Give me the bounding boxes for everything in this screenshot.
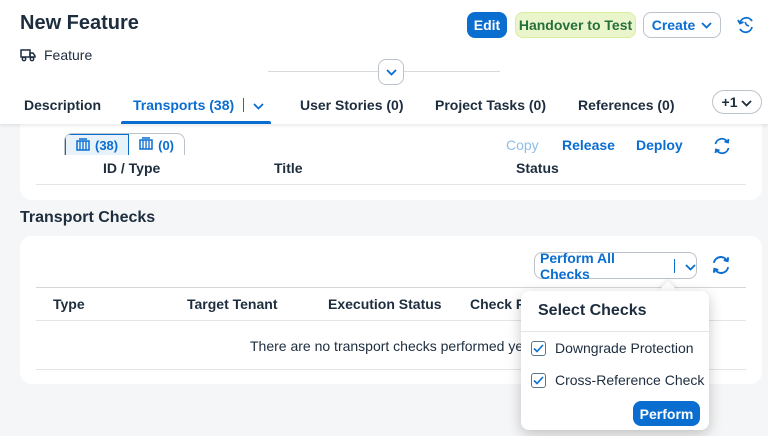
- checkbox-checked-icon[interactable]: [531, 340, 546, 356]
- expand-header-button[interactable]: [378, 59, 404, 85]
- segment-transports-other[interactable]: (0): [129, 134, 184, 155]
- column-header-check-result[interactable]: Check R: [470, 296, 526, 312]
- check-label: Downgrade Protection: [555, 340, 694, 356]
- transports-card: (38) (0) Copy Release Deploy ID / Type T…: [20, 124, 762, 200]
- select-checks-popover: Select Checks Downgrade Protection Cross…: [521, 291, 709, 430]
- table-divider: [36, 287, 746, 288]
- edit-button[interactable]: Edit: [467, 12, 507, 38]
- tab-references[interactable]: References (0): [578, 86, 675, 124]
- column-header-status[interactable]: Status: [516, 160, 559, 176]
- refresh-icon[interactable]: [712, 136, 732, 156]
- copy-button[interactable]: Copy: [506, 137, 539, 153]
- column-header-execution-status[interactable]: Execution Status: [328, 296, 442, 312]
- tab-user-stories[interactable]: User Stories (0): [300, 86, 403, 124]
- perform-button[interactable]: Perform: [633, 401, 700, 426]
- popover-title: Select Checks: [538, 302, 647, 319]
- tab-separator: [243, 98, 245, 112]
- more-tabs-label: +1: [721, 94, 738, 110]
- column-header-title[interactable]: Title: [274, 160, 303, 176]
- column-header-target-tenant[interactable]: Target Tenant: [187, 296, 278, 312]
- page-title: New Feature: [20, 12, 139, 34]
- tab-transports-label: Transports (38): [133, 97, 235, 113]
- sync-icon[interactable]: [735, 14, 757, 36]
- transport-icon: [139, 137, 153, 153]
- object-type-label: Feature: [44, 47, 93, 63]
- table-divider: [36, 184, 746, 185]
- transport-icon: [76, 137, 90, 154]
- column-header-type[interactable]: Type: [53, 296, 85, 312]
- chevron-down-icon[interactable]: [253, 97, 264, 113]
- segment-count: (0): [158, 137, 175, 153]
- refresh-icon[interactable]: [710, 254, 732, 276]
- more-tabs-button[interactable]: +1: [712, 90, 762, 114]
- checkbox-checked-icon[interactable]: [531, 372, 546, 388]
- check-label: Cross-Reference Check: [555, 372, 705, 388]
- tab-transports[interactable]: Transports (38): [133, 86, 264, 124]
- active-tab-indicator: [121, 121, 271, 124]
- section-title-transport-checks: Transport Checks: [20, 209, 156, 226]
- perform-all-checks-label: Perform All Checks: [540, 249, 615, 282]
- chevron-down-icon[interactable]: [685, 258, 696, 274]
- check-cross-reference[interactable]: Cross-Reference Check: [531, 372, 704, 388]
- tab-project-tasks[interactable]: Project Tasks (0): [435, 86, 546, 124]
- transport-filter-segment: (38) (0): [64, 133, 186, 155]
- deploy-button[interactable]: Deploy: [636, 137, 683, 153]
- chevron-down-icon: [701, 21, 712, 29]
- create-button[interactable]: Create: [643, 12, 721, 38]
- object-type: Feature: [20, 47, 92, 63]
- popover-divider: [521, 331, 709, 332]
- truck-icon: [20, 48, 36, 62]
- handover-to-test-button[interactable]: Handover to Test: [515, 12, 636, 38]
- tab-bar: Description Transports (38) User Stories…: [0, 86, 768, 124]
- tab-description[interactable]: Description: [24, 86, 101, 124]
- release-button[interactable]: Release: [562, 137, 615, 153]
- segment-count: (38): [95, 138, 119, 153]
- perform-all-checks-button[interactable]: Perform All Checks: [534, 249, 697, 282]
- segment-transports-all[interactable]: (38): [65, 134, 130, 155]
- no-data-message: There are no transport checks performed …: [250, 338, 524, 354]
- column-header-id-type[interactable]: ID / Type: [103, 160, 160, 176]
- chevron-down-icon: [385, 63, 397, 81]
- object-header: New Feature Feature Edit Handover to Tes…: [0, 0, 768, 124]
- button-separator: [674, 258, 675, 273]
- chevron-down-icon: [741, 94, 753, 110]
- check-downgrade-protection[interactable]: Downgrade Protection: [531, 340, 694, 356]
- create-button-label: Create: [651, 17, 696, 33]
